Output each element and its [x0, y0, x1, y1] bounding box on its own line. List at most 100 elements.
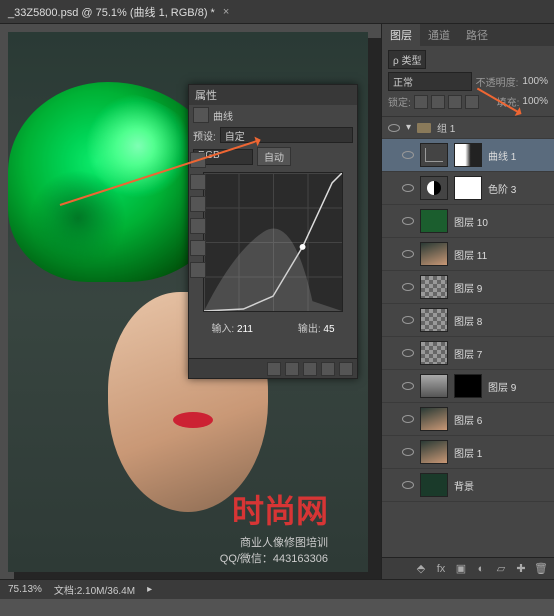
- layer-thumbnail[interactable]: [420, 176, 448, 200]
- filter-kind-select[interactable]: ρ 类型: [388, 50, 426, 69]
- visibility-toggle-icon[interactable]: [402, 217, 414, 225]
- layer-style-icon[interactable]: fx: [434, 562, 448, 576]
- layer-thumbnail[interactable]: [420, 374, 448, 398]
- curve-draw-tool[interactable]: [190, 174, 206, 190]
- layer-mask-thumbnail[interactable]: [454, 143, 482, 167]
- lock-position-icon[interactable]: [448, 95, 462, 109]
- new-fill-adjustment-icon[interactable]: ◐: [474, 562, 488, 576]
- layer-row[interactable]: 色阶 3: [382, 172, 554, 205]
- document-tab[interactable]: _33Z5800.psd @ 75.1% (曲线 1, RGB/8) *: [8, 4, 215, 20]
- layers-footer: ⬘ fx ▣ ◐ ▱ ✚ 🗑: [382, 557, 554, 579]
- layer-row[interactable]: 曲线 1: [382, 139, 554, 172]
- layer-name[interactable]: 图层 10: [454, 214, 488, 229]
- gray-point-icon[interactable]: [190, 240, 206, 256]
- layer-thumbnail[interactable]: [420, 473, 448, 497]
- layer-name[interactable]: 图层 7: [454, 346, 482, 361]
- layer-name[interactable]: 色阶 3: [488, 181, 516, 196]
- layer-thumbnail[interactable]: [420, 209, 448, 233]
- layer-mask-icon[interactable]: ▣: [454, 562, 468, 576]
- layer-row[interactable]: 图层 6: [382, 403, 554, 436]
- layer-options: ρ 类型 正常 不透明度: 100% 锁定: 填充: 100%: [382, 46, 554, 117]
- clip-to-layer-icon[interactable]: [267, 362, 281, 376]
- link-layers-icon[interactable]: ⬘: [414, 562, 428, 576]
- document-info[interactable]: 文档:2.10M/36.4M: [54, 582, 135, 597]
- layer-mask-thumbnail[interactable]: [454, 374, 482, 398]
- layer-row[interactable]: 图层 9: [382, 370, 554, 403]
- new-layer-icon[interactable]: ✚: [514, 562, 528, 576]
- layer-thumbnail[interactable]: [420, 440, 448, 464]
- tab-channels[interactable]: 通道: [420, 24, 458, 46]
- layer-name[interactable]: 图层 8: [454, 313, 482, 328]
- chevron-right-icon[interactable]: ▸: [147, 584, 152, 595]
- layer-thumbnail[interactable]: [420, 341, 448, 365]
- input-value: 211: [237, 324, 253, 335]
- layer-thumbnail[interactable]: [420, 308, 448, 332]
- panel-tabs: 图层 通道 路径: [382, 24, 554, 46]
- chevron-down-icon[interactable]: ▾: [406, 122, 411, 133]
- curves-graph[interactable]: [203, 172, 343, 312]
- layer-mask-thumbnail[interactable]: [454, 176, 482, 200]
- group-name[interactable]: 组 1: [437, 120, 455, 135]
- white-point-icon[interactable]: [190, 262, 206, 278]
- visibility-toggle-icon[interactable]: [402, 415, 414, 423]
- zoom-level[interactable]: 75.13%: [8, 584, 42, 595]
- layer-row[interactable]: 图层 10: [382, 205, 554, 238]
- delete-adjustment-icon[interactable]: [339, 362, 353, 376]
- layer-name[interactable]: 图层 9: [488, 379, 516, 394]
- reset-icon[interactable]: [303, 362, 317, 376]
- curves-properties-panel[interactable]: 属性 曲线 预设: 自定 RGB 自动: [188, 84, 358, 379]
- lock-transparency-icon[interactable]: [414, 95, 428, 109]
- toggle-visibility-icon[interactable]: [321, 362, 335, 376]
- fill-value[interactable]: 100%: [522, 96, 548, 107]
- visibility-toggle-icon[interactable]: [402, 481, 414, 489]
- layer-name[interactable]: 图层 6: [454, 412, 482, 427]
- visibility-toggle-icon[interactable]: [402, 283, 414, 291]
- visibility-toggle-icon[interactable]: [402, 382, 414, 390]
- status-bar: 75.13% 文档:2.10M/36.4M ▸: [0, 579, 554, 599]
- sampler-tool[interactable]: [190, 196, 206, 212]
- layer-name[interactable]: 曲线 1: [488, 148, 516, 163]
- canvas-area[interactable]: 时尚网 商业人像修图培训 QQ/微信：443163306 属性 曲线 预设: 自…: [0, 24, 381, 579]
- visibility-toggle-icon[interactable]: [402, 151, 414, 159]
- layer-thumbnail[interactable]: [420, 407, 448, 431]
- view-previous-icon[interactable]: [285, 362, 299, 376]
- close-tab-icon[interactable]: ×: [223, 6, 229, 18]
- delete-layer-icon[interactable]: 🗑: [534, 562, 548, 576]
- watermark-qq: QQ/微信：443163306: [220, 550, 328, 566]
- blend-mode-select[interactable]: 正常: [388, 72, 472, 91]
- layer-thumbnail[interactable]: [420, 242, 448, 266]
- layer-thumbnail[interactable]: [420, 275, 448, 299]
- tab-paths[interactable]: 路径: [458, 24, 496, 46]
- visibility-toggle-icon[interactable]: [402, 316, 414, 324]
- curves-side-tools: [190, 152, 208, 278]
- layers-list[interactable]: ▾ 组 1 曲线 1 色阶 3 图层 10 图层 11 图层 9 图层 8 图层 7 图层 9…: [382, 117, 554, 557]
- layer-row[interactable]: 背景: [382, 469, 554, 502]
- black-point-icon[interactable]: [190, 218, 206, 234]
- layer-row[interactable]: 图层 7: [382, 337, 554, 370]
- new-group-icon[interactable]: ▱: [494, 562, 508, 576]
- tab-layers[interactable]: 图层: [382, 24, 420, 46]
- lock-pixels-icon[interactable]: [431, 95, 445, 109]
- visibility-toggle-icon[interactable]: [402, 448, 414, 456]
- auto-button[interactable]: 自动: [257, 147, 291, 166]
- layer-group[interactable]: ▾ 组 1: [382, 117, 554, 139]
- layer-name[interactable]: 背景: [454, 478, 474, 493]
- preset-select[interactable]: 自定: [220, 127, 353, 143]
- lock-all-icon[interactable]: [465, 95, 479, 109]
- opacity-value[interactable]: 100%: [522, 76, 548, 87]
- layer-row[interactable]: 图层 8: [382, 304, 554, 337]
- layer-thumbnail[interactable]: [420, 143, 448, 167]
- layer-name[interactable]: 图层 9: [454, 280, 482, 295]
- layer-row[interactable]: 图层 9: [382, 271, 554, 304]
- visibility-toggle-icon[interactable]: [388, 124, 400, 132]
- visibility-toggle-icon[interactable]: [402, 184, 414, 192]
- visibility-toggle-icon[interactable]: [402, 250, 414, 258]
- layer-name[interactable]: 图层 11: [454, 247, 487, 262]
- layer-row[interactable]: 图层 1: [382, 436, 554, 469]
- panel-footer: [189, 358, 357, 378]
- visibility-toggle-icon[interactable]: [402, 349, 414, 357]
- layer-row[interactable]: 图层 11: [382, 238, 554, 271]
- layer-name[interactable]: 图层 1: [454, 445, 482, 460]
- adjustment-type-label: 曲线: [213, 108, 233, 123]
- curve-io-readout: 输入: 211 输出: 45: [189, 316, 357, 339]
